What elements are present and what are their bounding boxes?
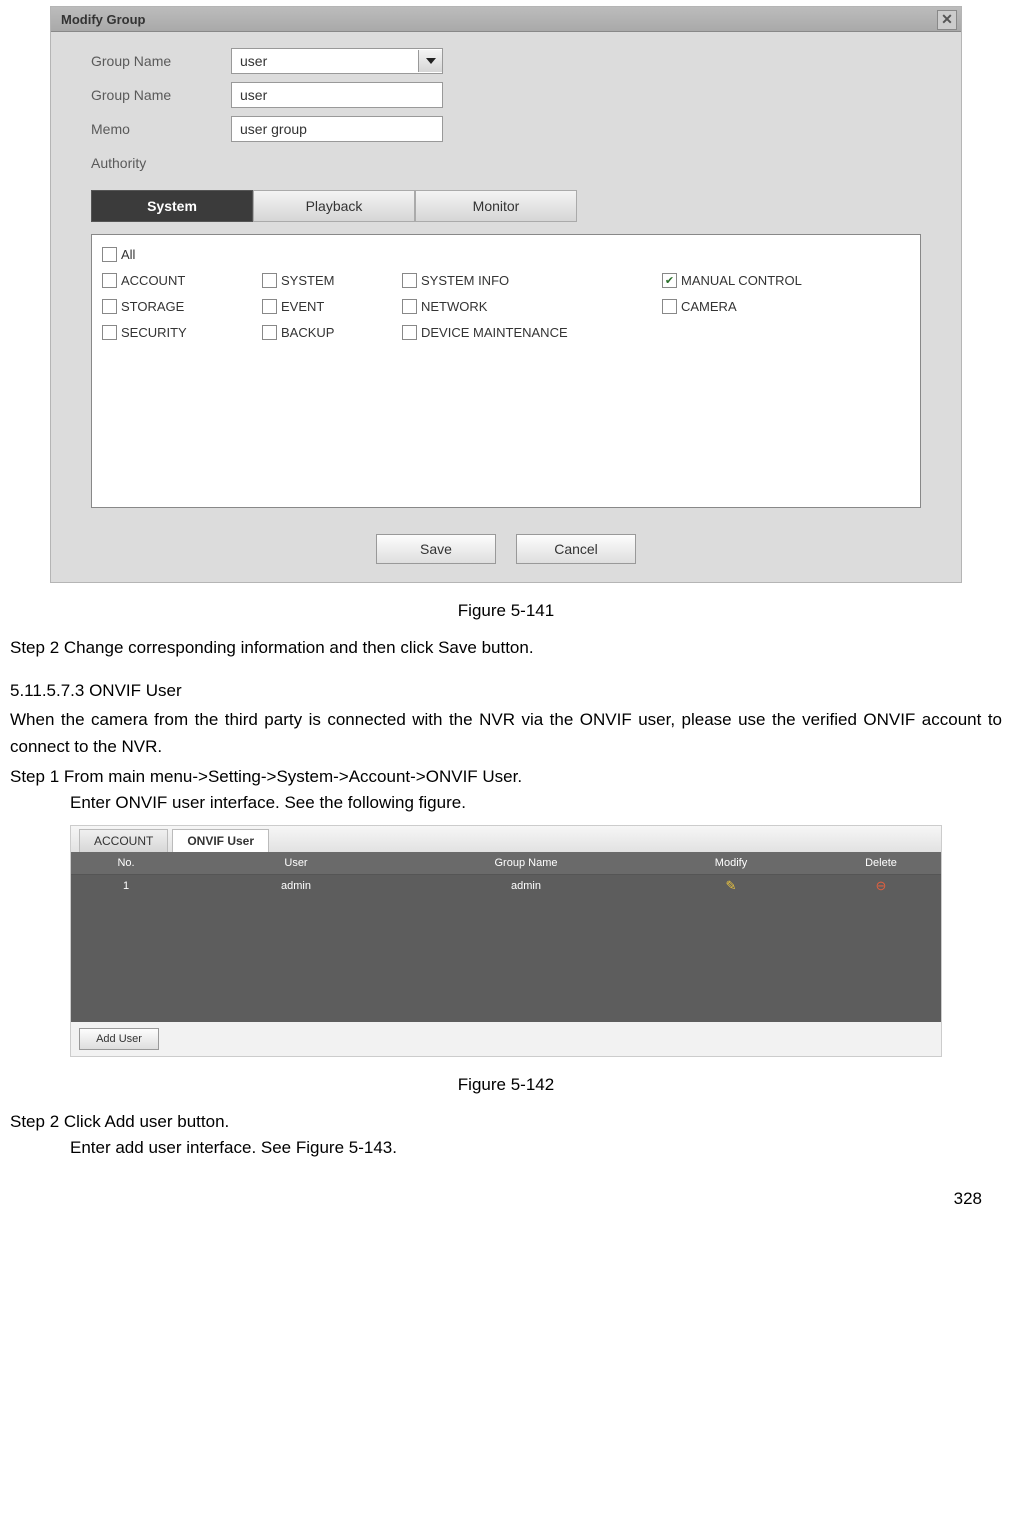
row-no: 1 [71,880,181,892]
onvif-table-header: No. User Group Name Modify Delete [71,852,941,875]
section-heading: 5.11.5.7.3 ONVIF User [0,681,1012,701]
figure-caption-141: Figure 5-141 [0,601,1012,621]
memo-label: Memo [91,121,231,137]
onvif-user-interface: ACCOUNT ONVIF User No. User Group Name M… [70,825,942,1057]
figure-caption-142: Figure 5-142 [0,1075,1012,1095]
page-number: 328 [954,1189,982,1209]
add-user-button[interactable]: Add User [79,1028,159,1050]
step2c-text: Enter add user interface. See Figure 5-1… [0,1135,1012,1161]
auth-system-info[interactable]: SYSTEM INFO [402,267,662,293]
group-name-label-2: Group Name [91,87,231,103]
auth-device-maintenance[interactable]: DEVICE MAINTENANCE [402,319,662,345]
auth-system[interactable]: SYSTEM [262,267,402,293]
group-name-combo[interactable] [231,48,443,74]
auth-all[interactable]: All [102,241,910,267]
save-button[interactable]: Save [376,534,496,564]
group-name-input[interactable] [231,82,443,108]
pencil-icon[interactable]: ✎ [726,878,737,893]
tab-account[interactable]: ACCOUNT [79,829,168,852]
onvif-paragraph: When the camera from the third party is … [0,707,1012,760]
auth-backup[interactable]: BACKUP [262,319,402,345]
close-icon[interactable]: ✕ [937,10,957,30]
delete-icon[interactable]: ⊖ [876,878,887,893]
hdr-modify: Modify [641,857,821,869]
dialog-titlebar: Modify Group ✕ [51,7,961,32]
table-row: 1 admin admin ✎ ⊖ [71,875,941,897]
authority-label: Authority [91,155,231,171]
hdr-user: User [181,857,411,869]
auth-network[interactable]: NETWORK [402,293,662,319]
auth-event[interactable]: EVENT [262,293,402,319]
auth-manual-control[interactable]: MANUAL CONTROL [662,267,862,293]
step2-text: Step 2 Change corresponding information … [0,635,1012,661]
auth-storage[interactable]: STORAGE [102,293,262,319]
step2b-text: Step 2 Click Add user button. [0,1109,1012,1135]
tab-monitor[interactable]: Monitor [415,190,577,222]
cancel-button[interactable]: Cancel [516,534,636,564]
hdr-no: No. [71,857,181,869]
row-group: admin [411,880,641,892]
auth-camera[interactable]: CAMERA [662,293,862,319]
hdr-delete: Delete [821,857,941,869]
tab-playback[interactable]: Playback [253,190,415,222]
hdr-group: Group Name [411,857,641,869]
dialog-title: Modify Group [61,12,146,27]
memo-input[interactable] [231,116,443,142]
step1-text: Step 1 From main menu->Setting->System->… [0,764,1012,790]
authority-panel: All ACCOUNT STORAGE SECURITY SYSTEM EVEN… [91,234,921,508]
group-name-combo-input[interactable] [232,50,418,72]
auth-security[interactable]: SECURITY [102,319,262,345]
group-name-label-1: Group Name [91,53,231,69]
step1-sub: Enter ONVIF user interface. See the foll… [0,790,1012,816]
chevron-down-icon[interactable] [418,50,442,72]
auth-account[interactable]: ACCOUNT [102,267,262,293]
tab-system[interactable]: System [91,190,253,222]
row-user: admin [181,880,411,892]
tab-onvif-user[interactable]: ONVIF User [172,829,269,852]
modify-group-dialog: Modify Group ✕ Group Name Group Name Mem… [50,6,962,583]
